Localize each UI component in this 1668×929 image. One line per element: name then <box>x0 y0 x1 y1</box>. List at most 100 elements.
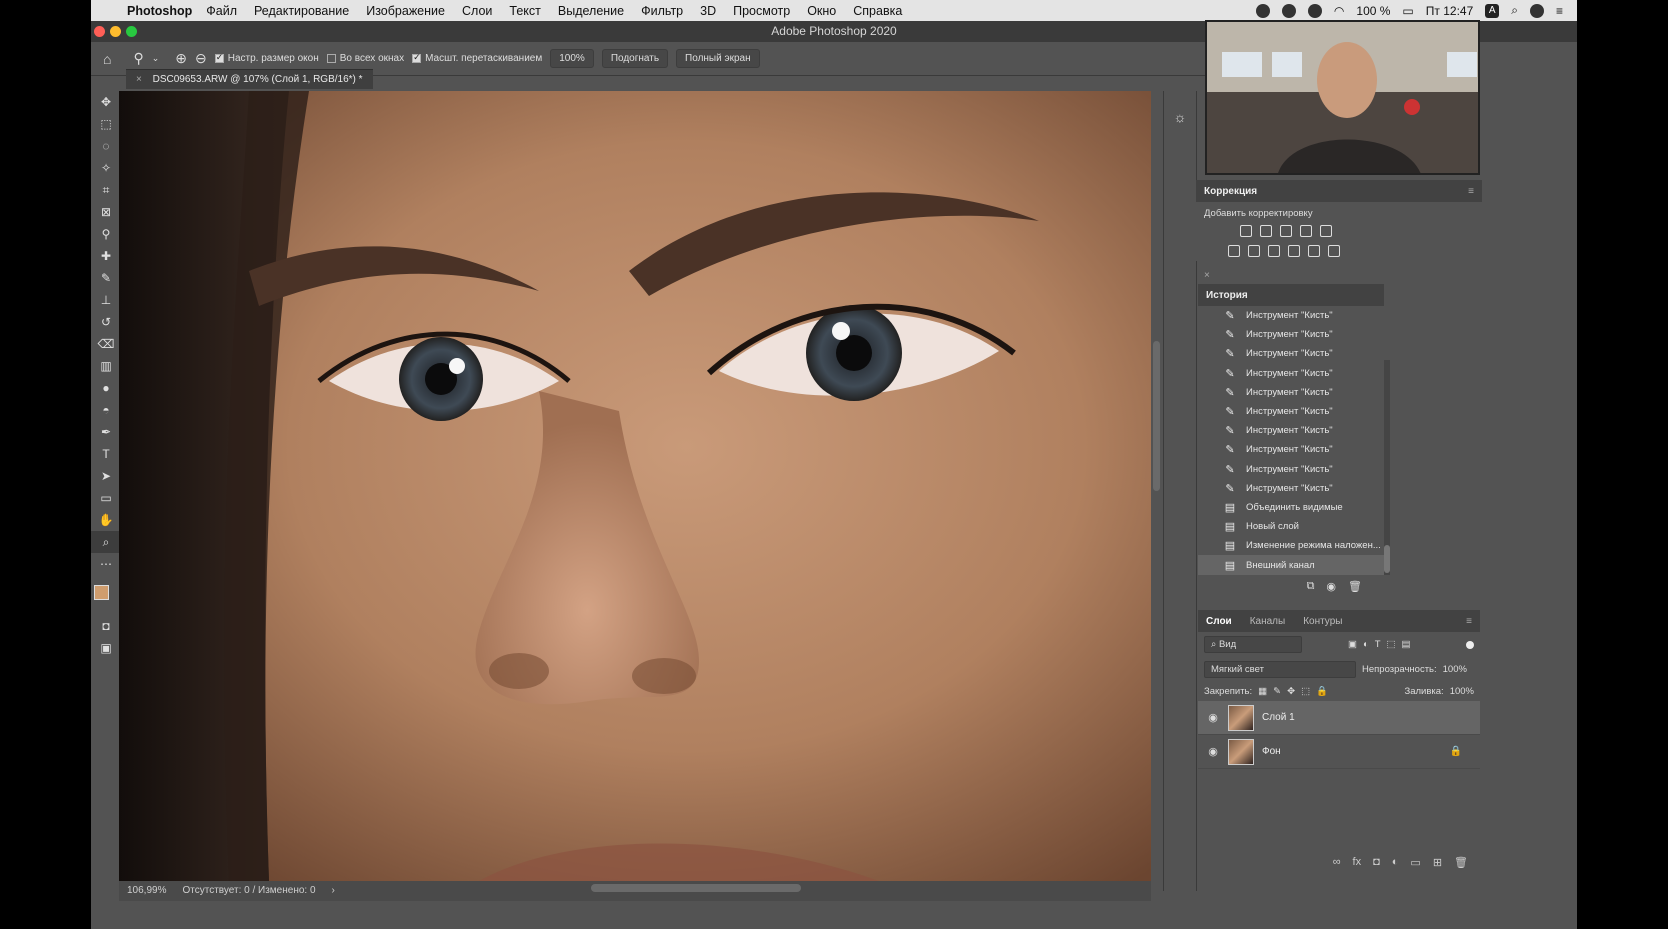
quick-mask-tool[interactable]: ◘ <box>91 615 121 637</box>
vertical-scrollbar[interactable] <box>1153 341 1160 491</box>
lock-icon[interactable]: 🔒 <box>1450 746 1462 757</box>
more-tools[interactable]: ⋯ <box>91 553 121 575</box>
menu-window[interactable]: Окно <box>807 4 836 18</box>
zoom-readout[interactable]: 106,99% <box>127 881 166 901</box>
new-document-from-state-icon[interactable]: ⧉ <box>1307 580 1315 593</box>
menu-edit[interactable]: Редактирование <box>254 4 349 18</box>
horizontal-scrollbar[interactable] <box>591 884 801 892</box>
hand-tool[interactable]: ✋ <box>91 509 121 531</box>
fill-value[interactable]: 100% <box>1450 686 1474 697</box>
channel-mixer-icon[interactable] <box>1308 245 1320 257</box>
menu-help[interactable]: Справка <box>853 4 902 18</box>
curves-icon[interactable] <box>1280 225 1292 237</box>
lock-artboard-icon[interactable]: ⬚ <box>1301 686 1310 697</box>
close-window-button[interactable] <box>94 26 105 37</box>
history-scrollbar-track[interactable] <box>1384 360 1390 575</box>
home-icon[interactable]: ⌂ <box>103 51 111 67</box>
menu-filter[interactable]: Фильтр <box>641 4 683 18</box>
menu-image[interactable]: Изображение <box>366 4 445 18</box>
filter-shape-icon[interactable]: ⬚ <box>1387 639 1396 650</box>
filter-smart-object-icon[interactable]: ▤ <box>1402 639 1411 650</box>
lock-transparency-icon[interactable]: ▦ <box>1258 686 1267 697</box>
blur-tool[interactable]: ● <box>91 377 121 399</box>
history-item[interactable]: ✎ Инструмент "Кисть" <box>1198 440 1384 459</box>
stamp-tool[interactable]: ⊥ <box>91 289 121 311</box>
history-item[interactable]: ▤ Объединить видимые <box>1198 498 1384 517</box>
brush-tool[interactable]: ✎ <box>91 267 121 289</box>
exposure-icon[interactable] <box>1300 225 1312 237</box>
history-scrollbar-thumb[interactable] <box>1384 545 1390 573</box>
adjustments-panel-header[interactable]: Коррекция ≡ <box>1196 180 1482 202</box>
menu-file[interactable]: Файл <box>206 4 237 18</box>
spotlight-icon[interactable]: ⌕ <box>1511 3 1518 18</box>
fill-screen-button[interactable]: Полный экран <box>676 49 760 68</box>
menu-view[interactable]: Просмотр <box>733 4 790 18</box>
add-mask-icon[interactable]: ◘ <box>1373 856 1380 869</box>
scrubby-zoom-checkbox[interactable]: Масшт. перетаскиванием <box>412 52 542 64</box>
panel-menu-icon[interactable]: ≡ <box>1466 616 1472 627</box>
new-group-icon[interactable]: ▭ <box>1410 856 1420 869</box>
color-balance-icon[interactable] <box>1248 245 1260 257</box>
history-brush-tool[interactable]: ↺ <box>91 311 121 333</box>
history-item[interactable]: ▤ Новый слой <box>1198 517 1384 536</box>
siri-icon[interactable] <box>1529 3 1544 18</box>
history-item[interactable]: ▤ Изменение режима наложен... <box>1198 536 1384 555</box>
eye-icon[interactable]: ◉ <box>1206 745 1220 758</box>
eraser-tool[interactable]: ⌫ <box>91 333 121 355</box>
history-item[interactable]: ✎ Инструмент "Кисть" <box>1198 306 1384 325</box>
tab-layers[interactable]: Слои <box>1206 616 1232 627</box>
filter-toggle-icon[interactable] <box>1466 640 1474 649</box>
panel-menu-icon[interactable]: ≡ <box>1468 186 1474 197</box>
clock[interactable]: Пт 12:47 <box>1426 4 1473 18</box>
layer-row[interactable]: ◉ Фон 🔒 <box>1198 735 1480 769</box>
color-swatches[interactable] <box>91 581 120 615</box>
layer-thumbnail[interactable] <box>1228 738 1254 765</box>
layer-name[interactable]: Фон <box>1262 746 1281 757</box>
zoom-out-icon[interactable]: ⊖ <box>195 50 207 67</box>
history-panel-header[interactable]: История <box>1198 284 1384 306</box>
zoom-tool[interactable]: ⌕ <box>91 531 121 553</box>
chevron-right-icon[interactable]: › <box>332 881 335 901</box>
type-tool[interactable]: T <box>91 443 121 465</box>
tab-channels[interactable]: Каналы <box>1250 616 1286 627</box>
gradient-tool[interactable]: ▥ <box>91 355 121 377</box>
history-item[interactable]: ✎ Инструмент "Кисть" <box>1198 344 1384 363</box>
dodge-tool[interactable]: ◓ <box>91 399 121 421</box>
opacity-value[interactable]: 100% <box>1443 664 1467 675</box>
creative-cloud-icon[interactable] <box>1255 3 1270 18</box>
resize-windows-checkbox[interactable]: Настр. размер окон <box>214 52 319 64</box>
menu-layer[interactable]: Слои <box>462 4 492 18</box>
layer-row[interactable]: ◉ Слой 1 <box>1198 701 1480 735</box>
zoom-percent-field[interactable]: 100% <box>550 49 594 68</box>
history-item[interactable]: ✎ Инструмент "Кисть" <box>1198 479 1384 498</box>
history-item[interactable]: ✎ Инструмент "Кисть" <box>1198 460 1384 479</box>
snapshot-camera-icon[interactable]: ◉ <box>1326 580 1336 593</box>
close-panel-icon[interactable]: × <box>1198 270 1388 284</box>
vibrance-icon[interactable] <box>1320 225 1332 237</box>
layer-thumbnail[interactable] <box>1228 704 1254 731</box>
lock-position-icon[interactable]: ✥ <box>1287 686 1295 697</box>
document-canvas[interactable] <box>119 91 1151 881</box>
history-item[interactable]: ✎ Инструмент "Кисть" <box>1198 383 1384 402</box>
shape-tool[interactable]: ▭ <box>91 487 121 509</box>
filter-type-icon[interactable]: T <box>1375 639 1381 650</box>
tab-paths[interactable]: Контуры <box>1303 616 1342 627</box>
photo-filter-icon[interactable] <box>1288 245 1300 257</box>
blend-mode-select[interactable]: Мягкий свет <box>1204 661 1356 678</box>
document-tab[interactable]: × DSC09653.ARW @ 107% (Слой 1, RGB/16*) … <box>126 69 373 89</box>
history-item[interactable]: ✎ Инструмент "Кисть" <box>1198 402 1384 421</box>
lock-pixels-icon[interactable]: ✎ <box>1273 686 1281 697</box>
eye-icon[interactable]: ◉ <box>1206 711 1220 724</box>
zoom-in-icon[interactable]: ⊕ <box>175 50 187 67</box>
history-item[interactable]: ✎ Инструмент "Кисть" <box>1198 364 1384 383</box>
history-item[interactable]: ▤ Внешний канал <box>1198 555 1384 575</box>
input-source-icon[interactable]: A <box>1485 3 1500 18</box>
black-white-icon[interactable] <box>1268 245 1280 257</box>
fx-icon[interactable]: fx <box>1353 856 1362 869</box>
filter-adjustment-icon[interactable]: ◐ <box>1363 639 1369 650</box>
all-windows-checkbox[interactable]: Во всех окнах <box>326 53 404 64</box>
levels-icon[interactable] <box>1260 225 1272 237</box>
new-adjustment-icon[interactable]: ◐ <box>1392 856 1399 869</box>
history-item[interactable]: ✎ Инструмент "Кисть" <box>1198 325 1384 344</box>
layer-filter-select[interactable]: ⌕ Вид <box>1204 636 1302 653</box>
